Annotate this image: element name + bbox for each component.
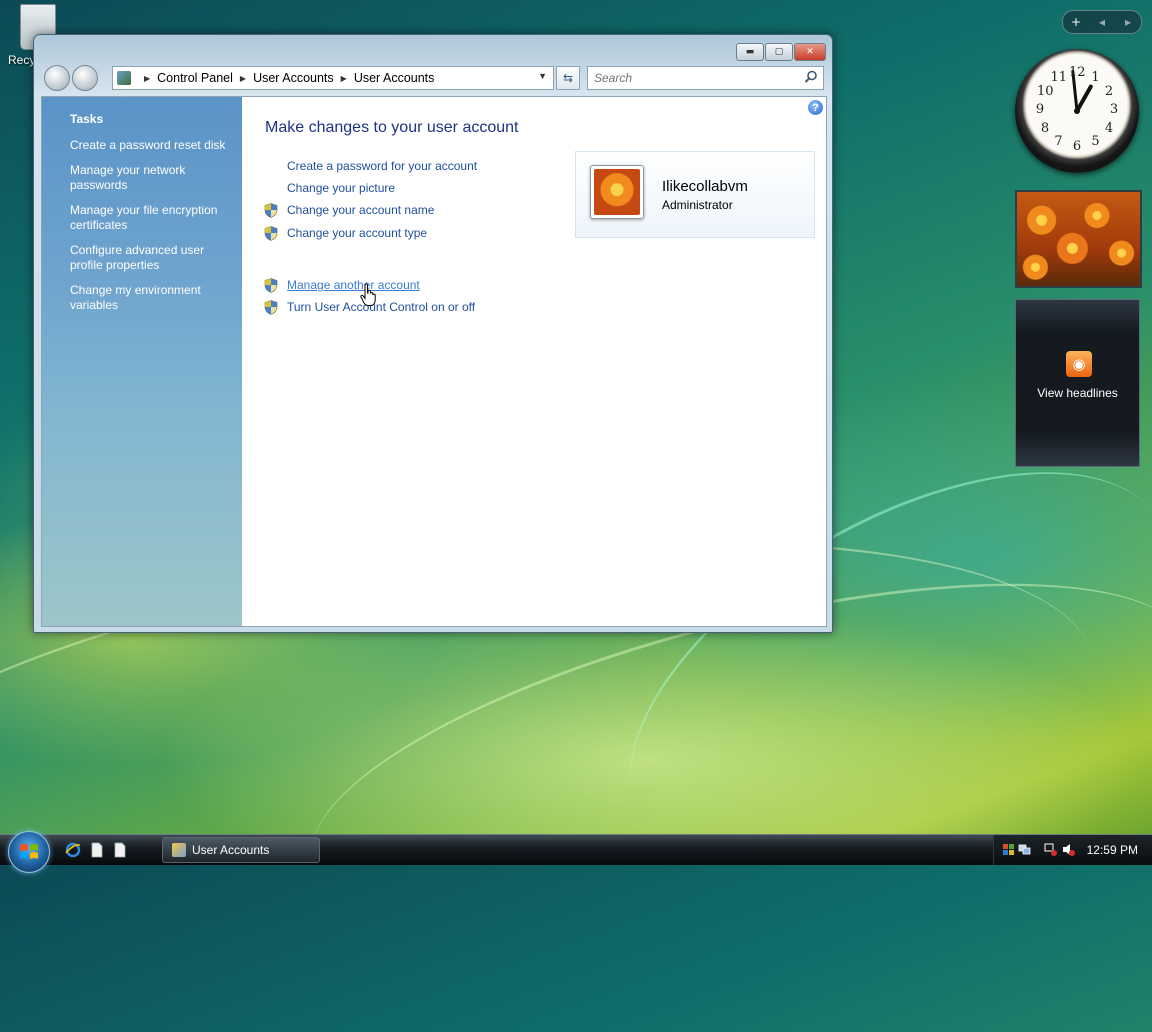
sidebar-controls: + ◂ ▸	[1062, 10, 1142, 34]
avatar[interactable]	[590, 165, 644, 219]
user-account-tile: Ilikecollabvm Administrator	[575, 151, 815, 238]
clock-hour-hand	[1075, 84, 1093, 113]
network-disconnected-icon[interactable]	[1044, 843, 1057, 856]
chevron-down-icon[interactable]: ▼	[538, 71, 547, 81]
address-bar[interactable]: ▶ Control Panel ▶ User Accounts ▶ User A…	[112, 66, 554, 90]
change-account-name-link[interactable]: Change your account name	[287, 203, 434, 217]
back-button[interactable]	[44, 65, 70, 91]
control-panel-icon	[117, 71, 131, 85]
manage-another-account-link[interactable]: Manage another account	[287, 278, 420, 292]
search-input[interactable]	[592, 70, 801, 86]
start-button[interactable]	[8, 831, 50, 873]
internet-explorer-icon[interactable]	[65, 842, 81, 858]
close-button[interactable]: ✕	[794, 43, 826, 61]
create-password-link[interactable]: Create a password for your account	[287, 159, 477, 173]
forward-button[interactable]	[72, 65, 98, 91]
chevron-right-icon: ▶	[239, 73, 247, 83]
uac-shield-icon	[264, 203, 278, 218]
notification-area: 12:59 PM	[993, 835, 1152, 865]
content-area: Tasks Create a password reset disk Manag…	[41, 96, 827, 627]
system-clock[interactable]: 12:59 PM	[1087, 843, 1138, 857]
taskbar-button-user-accounts[interactable]: User Accounts	[162, 837, 320, 863]
taskbar-button-label: User Accounts	[192, 843, 270, 857]
uac-shield-icon	[264, 226, 278, 241]
tasks-heading: Tasks	[70, 112, 104, 126]
rss-icon: ◉	[1066, 351, 1092, 377]
clock-number: 3	[1109, 102, 1119, 117]
clock-number: 7	[1054, 134, 1063, 150]
clock-number: 12	[1069, 65, 1086, 80]
add-gadget-button[interactable]: +	[1063, 15, 1089, 29]
breadcrumb-user-accounts-current[interactable]: User Accounts	[354, 71, 435, 85]
task-change-environment-variables[interactable]: Change my environment variables	[70, 283, 230, 313]
next-page-button[interactable]: ▸	[1115, 15, 1141, 29]
search-icon[interactable]	[804, 70, 818, 84]
clock-number: 10	[1036, 83, 1054, 99]
maximize-button[interactable]: ▢	[765, 43, 793, 61]
taskbar: User Accounts 12:59 PM	[0, 831, 1152, 873]
change-account-type-link[interactable]: Change your account type	[287, 226, 427, 240]
previous-page-button[interactable]: ◂	[1089, 15, 1115, 29]
user-accounts-icon	[172, 843, 186, 857]
clock-center-pin	[1074, 108, 1080, 114]
refresh-icon: ⇆	[562, 71, 574, 85]
task-create-password-reset-disk[interactable]: Create a password reset disk	[70, 138, 230, 153]
feed-headlines-gadget[interactable]: ◉ View headlines	[1015, 299, 1140, 467]
task-manage-network-passwords[interactable]: Manage your network passwords	[70, 163, 230, 193]
task-manage-file-encryption[interactable]: Manage your file encryption certificates	[70, 203, 230, 233]
clock-number: 8	[1040, 120, 1050, 136]
windows-logo-icon	[20, 844, 38, 859]
clock-gadget[interactable]: 12 1 2 3 4 5 6 7 8 9 10 11	[1015, 49, 1139, 173]
search-box[interactable]	[587, 66, 824, 90]
clock-number: 2	[1104, 83, 1114, 99]
clock-number: 9	[1035, 102, 1045, 117]
flower-picture-icon	[594, 169, 640, 215]
breadcrumb-control-panel[interactable]: Control Panel	[157, 71, 233, 85]
clock-number: 5	[1091, 134, 1100, 150]
uac-shield-icon	[264, 278, 278, 293]
user-accounts-window: ▬ ▢ ✕ ▶ Control Panel ▶ User Accounts ▶ …	[33, 34, 833, 633]
uac-shield-icon	[264, 300, 278, 315]
chevron-right-icon: ▶	[144, 73, 151, 83]
refresh-button[interactable]: ⇆	[556, 66, 580, 90]
user-role: Administrator	[662, 198, 733, 212]
toggle-uac-link[interactable]: Turn User Account Control on or off	[287, 300, 475, 314]
network-icon[interactable]	[1018, 843, 1031, 856]
volume-muted-icon[interactable]	[1062, 843, 1075, 856]
security-center-icon[interactable]	[1002, 843, 1015, 856]
clock-number: 11	[1050, 69, 1068, 85]
show-desktop-icon[interactable]	[89, 842, 105, 858]
change-picture-link[interactable]: Change your picture	[287, 181, 395, 195]
minimize-button[interactable]: ▬	[736, 43, 764, 61]
slideshow-gadget[interactable]	[1015, 190, 1142, 288]
page-title: Make changes to your user account	[265, 119, 519, 136]
help-icon[interactable]: ?	[808, 100, 823, 115]
clock-number: 6	[1072, 139, 1082, 154]
tasks-pane: Tasks Create a password reset disk Manag…	[42, 97, 242, 626]
view-headlines-label[interactable]: View headlines	[1016, 386, 1139, 400]
breadcrumb-user-accounts[interactable]: User Accounts	[253, 71, 334, 85]
user-name: Ilikecollabvm	[662, 178, 748, 195]
hand-cursor-icon	[360, 283, 376, 306]
switch-windows-icon[interactable]	[112, 842, 128, 858]
chevron-right-icon: ▶	[340, 73, 347, 83]
recycle-bin-label: Recy	[8, 53, 36, 67]
task-configure-profile-properties[interactable]: Configure advanced user profile properti…	[70, 243, 230, 273]
